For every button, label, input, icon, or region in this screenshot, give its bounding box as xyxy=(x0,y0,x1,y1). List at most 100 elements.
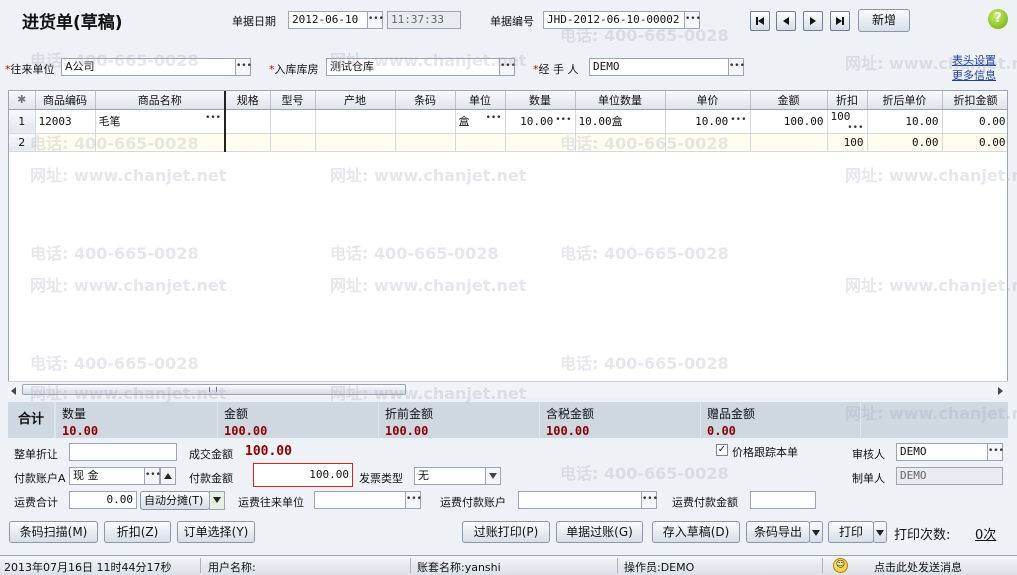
supplier-field[interactable]: A公司 xyxy=(61,58,236,76)
freight-unit-picker-button[interactable]: ••• xyxy=(405,491,422,509)
barcode-export-dropdown[interactable] xyxy=(809,521,823,543)
auditor-picker-button[interactable]: ••• xyxy=(987,443,1004,461)
col-header[interactable]: 规格 xyxy=(225,91,271,110)
grid-corner[interactable]: ✱ xyxy=(9,91,36,110)
discount-picker-button[interactable]: ••• xyxy=(847,123,863,133)
auto-split-dropdown[interactable] xyxy=(209,491,225,510)
col-header[interactable]: 商品编码 xyxy=(35,91,96,110)
freight-account-picker-button[interactable]: ••• xyxy=(641,491,658,509)
freight-account-field[interactable] xyxy=(518,491,642,509)
price-picker-button[interactable]: ••• xyxy=(730,115,746,125)
pay-account-up-button[interactable] xyxy=(160,467,176,485)
cell-discount[interactable]: 100 xyxy=(827,133,868,152)
print-button[interactable]: 打印 xyxy=(828,521,874,543)
cell-discount[interactable]: 100 ••• xyxy=(827,109,868,134)
post-button[interactable]: 单据过账(G) xyxy=(556,521,643,543)
first-record-button[interactable] xyxy=(750,11,770,31)
save-draft-button[interactable]: 存入草稿(D) xyxy=(652,521,740,543)
cell-price[interactable] xyxy=(665,133,751,152)
cell-barcode[interactable] xyxy=(395,109,456,134)
prev-record-button[interactable] xyxy=(776,11,796,31)
whole-discount-field[interactable] xyxy=(69,443,177,461)
col-header[interactable]: 折扣 xyxy=(827,91,868,110)
cell-unit[interactable]: 盒 ••• xyxy=(455,109,506,134)
table-row[interactable]: 1 12003 毛笔 ••• 盒 ••• 10.00 ••• 10.00盒 10.00… xyxy=(9,109,1007,134)
last-record-button[interactable] xyxy=(830,11,850,31)
cell-unit-qty[interactable]: 10.00盒 xyxy=(575,109,666,134)
cell-qty[interactable] xyxy=(505,133,576,152)
invoice-type-dropdown[interactable] xyxy=(485,467,501,485)
cell-name[interactable]: 毛笔 ••• xyxy=(95,109,226,134)
cell-code[interactable] xyxy=(35,133,96,152)
warehouse-field[interactable]: 测试仓库 xyxy=(326,58,500,76)
scroll-right-icon[interactable] xyxy=(996,385,1004,398)
post-print-button[interactable]: 过账打印(P) xyxy=(462,521,550,543)
barcode-export-button[interactable]: 条码导出 xyxy=(746,521,810,543)
header-settings-link[interactable]: 表头设置 xyxy=(952,52,996,68)
cell-name[interactable] xyxy=(95,133,226,152)
more-info-link[interactable]: 更多信息 xyxy=(952,67,996,83)
doc-no-picker-button[interactable]: ••• xyxy=(684,11,701,29)
cell-disc-price[interactable]: 0.00 xyxy=(867,133,943,152)
barcode-scan-button[interactable]: 条码扫描(M) xyxy=(9,521,98,543)
col-header[interactable]: 折扣金额 xyxy=(942,91,1007,110)
supplier-picker-button[interactable]: ••• xyxy=(235,58,252,76)
unit-picker-button[interactable]: ••• xyxy=(486,113,502,123)
discount-button[interactable]: 折扣(Z) xyxy=(104,521,171,543)
col-header[interactable]: 条码 xyxy=(395,91,456,110)
col-header[interactable]: 单位数量 xyxy=(575,91,666,110)
horizontal-scrollbar[interactable] xyxy=(8,381,1008,397)
col-header[interactable]: 单价 xyxy=(665,91,751,110)
freight-pay-field[interactable] xyxy=(750,491,816,509)
col-header[interactable]: 商品名称 xyxy=(95,91,226,110)
cell-disc-price[interactable]: 10.00 xyxy=(867,109,943,134)
cell-price[interactable]: 10.00 ••• xyxy=(665,109,751,134)
cell-origin[interactable] xyxy=(315,133,396,152)
pay-account-picker-button[interactable]: ••• xyxy=(144,467,161,485)
table-row[interactable]: 2 100 0.00 0.00 xyxy=(9,133,1007,152)
cell-model[interactable] xyxy=(270,109,316,134)
col-header[interactable]: 折后单价 xyxy=(867,91,943,110)
col-header[interactable]: 单位 xyxy=(455,91,506,110)
col-header[interactable]: 金额 xyxy=(750,91,828,110)
scroll-left-icon[interactable] xyxy=(10,385,18,398)
next-record-button[interactable] xyxy=(803,11,823,31)
new-button[interactable]: 新增 xyxy=(858,9,910,32)
handler-picker-button[interactable]: ••• xyxy=(728,58,745,76)
cell-unit-qty[interactable] xyxy=(575,133,666,152)
cell-amount[interactable]: 100.00 xyxy=(750,109,828,134)
date-field[interactable]: 2012-06-10 xyxy=(288,11,368,29)
cell-spec[interactable] xyxy=(225,109,271,134)
cell-amount[interactable] xyxy=(750,133,828,152)
date-picker-button[interactable]: ••• xyxy=(367,11,384,29)
freight-unit-field[interactable] xyxy=(314,491,406,509)
freight-total-field[interactable]: 0.00 xyxy=(69,491,137,509)
col-header[interactable]: 数量 xyxy=(505,91,576,110)
warehouse-picker-button[interactable]: ••• xyxy=(499,58,516,76)
handler-field[interactable]: DEMO xyxy=(589,58,729,76)
scroll-thumb[interactable] xyxy=(22,384,406,395)
doc-no-field[interactable]: JHD-2012-06-10-00002 xyxy=(543,11,685,29)
smiley-icon[interactable]: ☺ xyxy=(833,558,848,573)
auto-split-select[interactable]: 自动分摊(T) xyxy=(140,491,210,510)
print-dropdown[interactable] xyxy=(873,521,887,543)
col-header[interactable]: 型号 xyxy=(270,91,316,110)
cell-qty[interactable]: 10.00 ••• xyxy=(505,109,576,134)
cell-unit[interactable] xyxy=(455,133,506,152)
cell-disc-amount[interactable]: 0.00 xyxy=(942,133,1007,152)
cell-disc-amount[interactable]: 0.00 xyxy=(942,109,1007,134)
order-select-button[interactable]: 订单选择(Y) xyxy=(177,521,255,543)
pay-account-field[interactable]: 现 金 xyxy=(69,467,145,485)
col-header[interactable]: 产地 xyxy=(315,91,396,110)
help-icon[interactable]: ? xyxy=(988,9,1008,29)
pay-amount-field[interactable]: 100.00 xyxy=(253,463,353,487)
send-message-link[interactable]: 点击此处发送消息 xyxy=(874,559,962,575)
cell-barcode[interactable] xyxy=(395,133,456,152)
cell-origin[interactable] xyxy=(315,109,396,134)
qty-picker-button[interactable]: ••• xyxy=(555,115,571,125)
auditor-field[interactable]: DEMO xyxy=(896,443,988,461)
price-track-checkbox[interactable]: ✓ xyxy=(716,444,728,456)
cell-code[interactable]: 12003 xyxy=(35,109,96,134)
cell-spec[interactable] xyxy=(225,133,271,152)
name-picker-button[interactable]: ••• xyxy=(205,113,221,123)
